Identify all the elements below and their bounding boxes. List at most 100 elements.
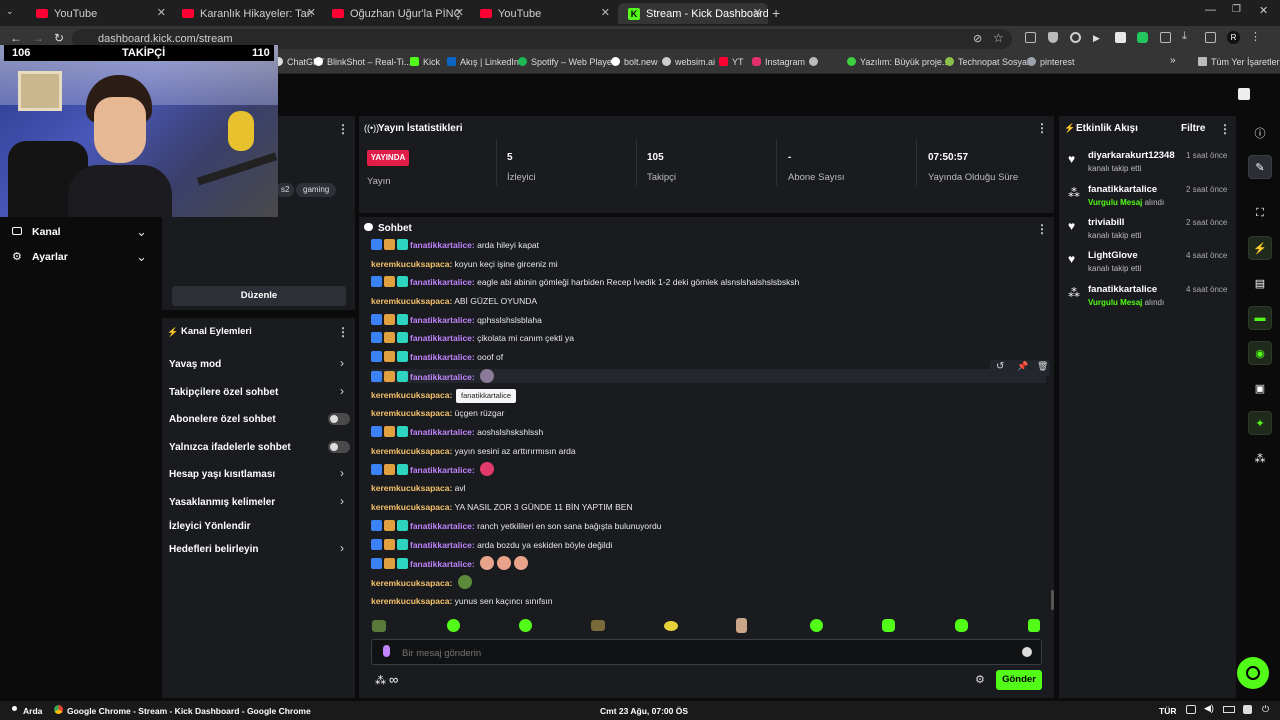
chat-username[interactable]: fanatikkartalice [410,315,472,325]
activity-username[interactable]: LightGlove [1088,250,1138,261]
more-options-icon[interactable]: ⋮ [1036,121,1048,135]
tag[interactable]: s2 [276,183,295,197]
microphone-icon[interactable] [383,645,390,657]
chat-message[interactable]: fanatikkartalice: çikolata mi canım çekt… [371,331,574,345]
chat-message[interactable]: keremkucuksapaca: avl [371,481,466,495]
chat-username[interactable]: fanatikkartalice [410,352,472,362]
chat-message[interactable]: keremkucuksapaca: yunus sen kaçıncı sını… [371,594,552,608]
send-button[interactable]: Gönder [996,670,1042,690]
taskbar-user[interactable]: Arda [23,706,42,716]
support-chat-button[interactable] [1237,657,1269,689]
bookmark-item[interactable] [809,57,822,67]
chevron-right-icon[interactable]: › [340,494,344,508]
filter-button[interactable]: Filtre [1181,123,1205,134]
more-options-icon[interactable]: ⋮ [337,122,349,136]
chat-message[interactable]: keremkucuksapaca: [371,388,452,402]
chat-username[interactable]: keremkucuksapaca [371,390,449,400]
close-icon[interactable]: ✕ [455,6,464,19]
chat-message[interactable]: fanatikkartalice: arda bozdu ya eskiden … [371,538,612,552]
action-account-age[interactable]: Hesap yaşı kısıtlaması [169,469,275,480]
chat-message[interactable]: fanatikkartalice: [371,369,1046,383]
bookmark-item[interactable]: Technopat Sosyal [945,57,1029,67]
layout-icon[interactable]: ▣ [1248,376,1272,400]
chat-message[interactable]: keremkucuksapaca: yayın sesini az arttır… [371,444,576,458]
broadcast-icon[interactable]: ◉ [1248,341,1272,365]
nav-item-ayarlar[interactable]: ⚙ Ayarlar ⌄ [12,249,152,265]
activity-username[interactable]: triviabill [1088,217,1124,228]
browser-tab[interactable]: Karanlık Hikayeler: Tarsus Kazası✕ [172,3,322,24]
settings-icon[interactable]: ⚙ [975,673,985,686]
emote-icon[interactable] [591,620,605,631]
power-icon[interactable]: ⏻ [1262,704,1269,715]
emotes-only-toggle[interactable] [328,441,350,453]
chat-username[interactable]: keremkucuksapaca [371,483,449,493]
emote-icon[interactable] [519,619,532,632]
download-icon[interactable]: ⤓ [1182,30,1187,43]
extension-icon[interactable] [1025,32,1036,43]
pin-icon[interactable]: 📌 [1017,361,1028,372]
lightning-icon[interactable]: ⚡ [1248,236,1272,260]
sidepanel-icon[interactable] [1205,32,1216,43]
bookmark-item[interactable]: Kick [410,57,440,67]
chevron-right-icon[interactable]: › [340,384,344,398]
chat-username[interactable]: fanatikkartalice [410,559,472,569]
more-options-icon[interactable]: ⋮ [1036,222,1048,236]
delete-icon[interactable]: 🗑 [1037,361,1048,372]
minimize-icon[interactable]: — [1205,4,1216,16]
chat-username[interactable]: keremkucuksapaca [371,596,449,606]
chevron-right-icon[interactable]: › [340,541,344,555]
close-icon[interactable]: ✕ [307,6,316,19]
network-icon[interactable] [1186,705,1196,714]
emote-icon[interactable] [447,619,460,632]
chat-bubble-icon[interactable]: ▬ [1248,306,1272,330]
emote-icon[interactable] [457,575,472,589]
bookmark-item[interactable]: YT [719,57,744,67]
bookmark-item[interactable]: websim.ai [662,57,715,67]
emote-icon[interactable] [882,619,895,632]
browser-tab[interactable]: YouTube ✕ [26,3,172,24]
extension-icon[interactable] [1070,32,1081,43]
chat-username[interactable]: fanatikkartalice [410,427,472,437]
emote-icon[interactable] [372,620,386,632]
activity-username[interactable]: fanatikkartalice [1088,284,1157,295]
chat-message[interactable]: fanatikkartalice: qphsslshslsblaha [371,313,542,327]
forward-icon[interactable]: → [32,31,44,45]
shield-icon[interactable] [1048,32,1058,43]
clipboard-icon[interactable]: ▤ [1248,271,1272,295]
bookmark-item[interactable]: Spotify – Web Player [518,57,615,67]
chat-message[interactable]: keremkucuksapaca: koyun keçi işine girce… [371,257,558,271]
emote-icon[interactable] [514,556,529,570]
reload-icon[interactable]: ↻ [54,31,64,45]
maximize-icon[interactable]: ❐ [1232,4,1241,15]
activity-username[interactable]: fanatikkartalice [1088,184,1157,195]
bookmark-item[interactable]: BlinkShot – Real-Ti... [314,57,411,67]
chat-username[interactable]: fanatikkartalice [410,277,472,287]
menu-icon[interactable]: ⋮ [1250,30,1261,43]
emote-icon[interactable] [1028,619,1040,632]
chat-message[interactable]: fanatikkartalice: eagle abi abinin gömle… [371,275,799,289]
bookmark-item[interactable]: bolt.new [611,57,658,67]
eye-off-icon[interactable]: ⊘ [973,32,982,45]
input-language[interactable]: TÜR [1159,706,1176,716]
chat-username[interactable]: keremkucuksapaca [371,578,449,588]
wrench-icon[interactable]: ✦ [1248,411,1272,435]
info-icon[interactable]: ⓘ [1248,121,1272,145]
emote-icon[interactable] [480,462,495,476]
extension-icon[interactable] [1160,32,1171,43]
chat-message[interactable]: fanatikkartalice: ooof of [371,350,503,364]
chat-message[interactable]: fanatikkartalice: ranch yetkilileri en s… [371,519,661,533]
chat-message[interactable]: keremkucuksapaca: YA NASIL ZOR 3 GÜNDE 1… [371,500,633,514]
taskbar-clock[interactable]: Cmt 23 Ağu, 07:00 ÖS [600,706,688,716]
close-icon[interactable]: ✕ [157,6,166,19]
chat-username[interactable]: fanatikkartalice [410,521,472,531]
chat-username[interactable]: keremkucuksapaca [371,259,449,269]
chat-input[interactable] [371,639,1042,665]
chat-message[interactable]: keremkucuksapaca: ABİ GÜZEL OYUNDA [371,294,537,308]
start-icon[interactable] [12,706,17,711]
chat-message[interactable]: keremkucuksapaca: üçgen rüzgar [371,406,504,420]
kick-drops-icon[interactable]: ⁂ [375,674,386,687]
back-icon[interactable]: ← [10,31,22,45]
chat-username[interactable]: fanatikkartalice [410,240,472,250]
infinity-icon[interactable]: ∞ [389,672,398,687]
notifications-icon[interactable] [1243,705,1252,714]
